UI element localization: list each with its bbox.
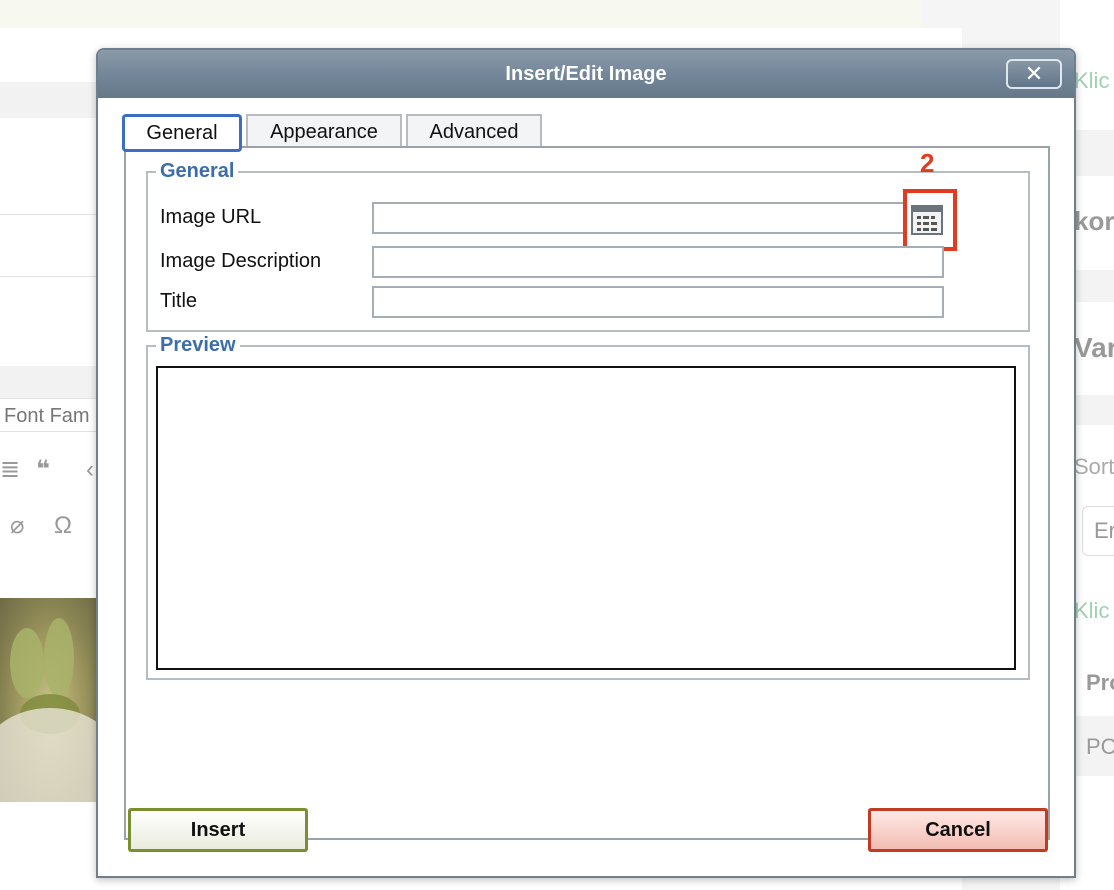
image-url-label: Image URL — [160, 206, 262, 228]
close-icon: ✕ — [1024, 61, 1044, 86]
title-label: Title — [160, 290, 198, 312]
tab-label: General — [146, 122, 218, 144]
image-preview-area — [156, 366, 1016, 670]
general-legend: General — [160, 160, 235, 182]
tab-advanced[interactable]: Advanced — [406, 114, 542, 148]
image-description-label: Image Description — [160, 250, 322, 272]
insert-edit-image-dialog: Insert/Edit Image ✕ General Appearance A… — [96, 48, 1076, 878]
cancel-label: Cancel — [925, 819, 991, 841]
page-banner — [0, 0, 922, 28]
tab-label: Advanced — [429, 121, 519, 143]
page-bg-band — [0, 82, 100, 118]
blockquote-icon[interactable]: ❝ — [36, 458, 50, 482]
annotation-highlight-box — [903, 189, 957, 251]
page-heading: Vare — [1074, 332, 1114, 363]
undo-icon[interactable]: ‹ — [86, 458, 94, 482]
page-image — [0, 598, 100, 802]
page-label: Sort — [1074, 454, 1114, 479]
preview-legend: Preview — [160, 334, 236, 356]
tab-general[interactable]: General — [122, 114, 242, 152]
dialog-title: Insert/Edit Image — [505, 63, 667, 85]
page-table-header: Pro — [1086, 670, 1114, 695]
page-select-value: Er — [1094, 518, 1114, 543]
insert-button[interactable]: Insert — [128, 808, 308, 852]
image-description-input[interactable] — [372, 246, 944, 278]
page-link[interactable]: Klic — [1074, 598, 1109, 624]
insert-label: Insert — [190, 819, 246, 841]
page-divider — [0, 214, 100, 215]
tab-label: Appearance — [270, 121, 378, 143]
page-link[interactable]: Klic — [1074, 68, 1109, 94]
tab-appearance[interactable]: Appearance — [246, 114, 402, 148]
editor-font-family-select[interactable]: Font Fam — [0, 398, 100, 432]
page-divider — [0, 276, 100, 277]
page-table-cell: PC — [1086, 734, 1114, 759]
special-char-icon[interactable]: Ω — [54, 514, 72, 538]
dialog-titlebar[interactable]: Insert/Edit Image — [98, 50, 1074, 98]
page-heading: kor — [1074, 206, 1114, 236]
page-bg-band — [0, 366, 100, 398]
eraser-icon[interactable]: ⌀ — [10, 514, 24, 538]
close-button[interactable]: ✕ — [1006, 59, 1062, 89]
title-input[interactable] — [372, 286, 944, 318]
cancel-button[interactable]: Cancel — [868, 808, 1048, 852]
image-url-input[interactable] — [372, 202, 906, 234]
annotation-number: 2 — [920, 148, 935, 178]
list-icon[interactable]: ≣ — [0, 458, 20, 482]
